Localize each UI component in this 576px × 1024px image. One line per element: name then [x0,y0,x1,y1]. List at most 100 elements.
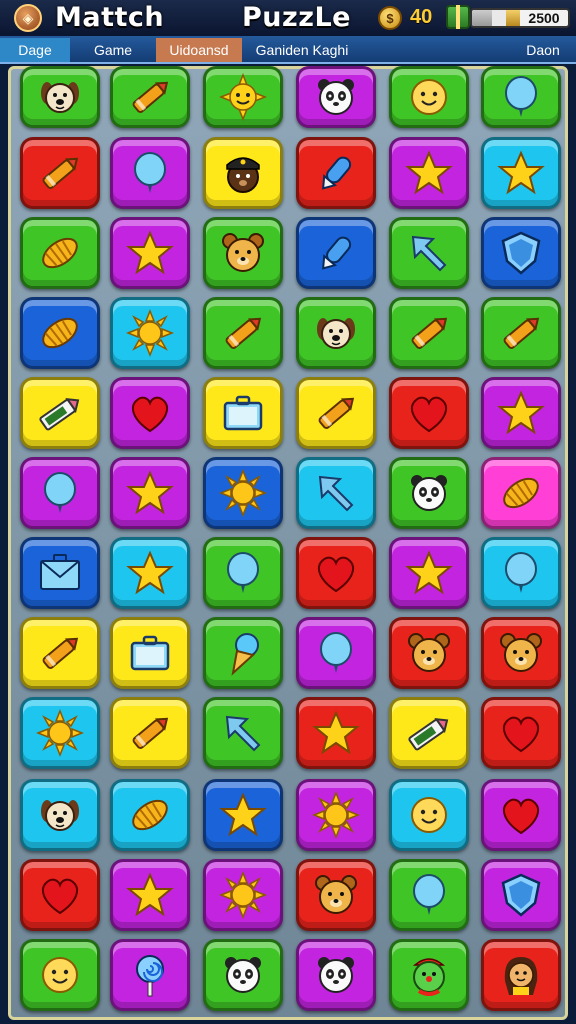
tab-uidoansd[interactable]: Uidoansd [156,38,242,62]
board-tile[interactable] [20,859,100,931]
board-tile[interactable] [203,617,283,689]
board-tile[interactable] [203,457,283,529]
board-tile[interactable] [203,66,283,128]
clown-icon [405,951,453,999]
board-tile[interactable] [110,697,190,769]
smiley-face-icon [36,951,84,999]
board-tile[interactable] [389,939,469,1011]
board-tile[interactable] [481,779,561,851]
envelope-icon [36,549,84,597]
board-tile[interactable] [296,297,376,369]
croissant-icon [36,309,84,357]
shield-icon [497,871,545,919]
board-tile[interactable] [481,859,561,931]
board-tile[interactable] [110,137,190,209]
board-tile[interactable] [20,697,100,769]
board-tile[interactable] [389,297,469,369]
board-tile[interactable] [389,697,469,769]
board-tile[interactable] [296,779,376,851]
tab-dage[interactable]: Dage [0,38,70,62]
board-tile[interactable] [110,297,190,369]
balloon-icon [126,149,174,197]
board-tile[interactable] [389,137,469,209]
board-tile[interactable] [203,779,283,851]
sun-icon [218,870,268,920]
board-tile[interactable] [20,537,100,609]
board-tile[interactable] [20,66,100,128]
board-tile[interactable] [296,457,376,529]
board-tile[interactable] [20,617,100,689]
board-tile[interactable] [110,537,190,609]
board-tile[interactable] [20,457,100,529]
crayon-icon [219,309,267,357]
board-tile[interactable] [110,457,190,529]
board-tile[interactable] [481,537,561,609]
board-tile[interactable] [296,617,376,689]
board-tile[interactable] [481,217,561,289]
board-tile[interactable] [389,377,469,449]
board-tile[interactable] [389,779,469,851]
board-tile[interactable] [389,617,469,689]
board-tile[interactable] [296,137,376,209]
board-tile[interactable] [389,457,469,529]
tab-daon[interactable]: Daon [510,38,576,62]
board-tile[interactable] [389,217,469,289]
board-tile[interactable] [203,859,283,931]
board-tile[interactable] [296,377,376,449]
board-tile[interactable] [110,217,190,289]
heart-icon [312,549,360,597]
rocket-icon [312,229,360,277]
board-tile[interactable] [203,697,283,769]
board-tile[interactable] [110,66,190,128]
tab-ganiden-kaghi[interactable]: Ganiden Kaghi [242,38,362,62]
board-tile[interactable] [296,939,376,1011]
balloon-icon [312,629,360,677]
board-tile[interactable] [481,617,561,689]
tab-game[interactable]: Game [70,38,156,62]
smiley-face-icon [405,791,453,839]
board-tile[interactable] [20,297,100,369]
board-tile[interactable] [20,939,100,1011]
board-tile[interactable] [481,457,561,529]
board-tile[interactable] [20,137,100,209]
board-tile[interactable] [110,859,190,931]
board-tile[interactable] [203,939,283,1011]
balloon-icon [497,549,545,597]
board-tile[interactable] [296,537,376,609]
board-tile[interactable] [481,66,561,128]
arrow-icon [405,229,453,277]
board-tile[interactable] [203,537,283,609]
board-tile[interactable] [110,779,190,851]
board-tile[interactable] [203,297,283,369]
board-tile[interactable] [389,66,469,128]
board-tile[interactable] [20,377,100,449]
game-board [8,66,568,1020]
board-tile[interactable] [20,779,100,851]
board-tile[interactable] [481,939,561,1011]
board-tile[interactable] [481,697,561,769]
board-tile[interactable] [296,66,376,128]
board-tile[interactable] [110,377,190,449]
star-icon [126,871,174,919]
sun-face-icon [218,72,268,122]
board-tile[interactable] [481,137,561,209]
dog-icon [312,309,360,357]
crayon-icon [36,149,84,197]
crayon-icon [126,73,174,121]
gift-icon[interactable] [446,5,470,29]
board-tile[interactable] [110,939,190,1011]
board-tile[interactable] [203,377,283,449]
board-tile[interactable] [203,217,283,289]
board-tile[interactable] [110,617,190,689]
board-tile[interactable] [296,859,376,931]
board-tile[interactable] [296,697,376,769]
board-tile[interactable] [203,137,283,209]
board-tile[interactable] [389,537,469,609]
board-tile[interactable] [20,217,100,289]
board-tile[interactable] [296,217,376,289]
board-tile[interactable] [481,377,561,449]
board-tile[interactable] [389,859,469,931]
panda-icon [405,469,453,517]
arrow-icon [219,709,267,757]
board-tile[interactable] [481,297,561,369]
